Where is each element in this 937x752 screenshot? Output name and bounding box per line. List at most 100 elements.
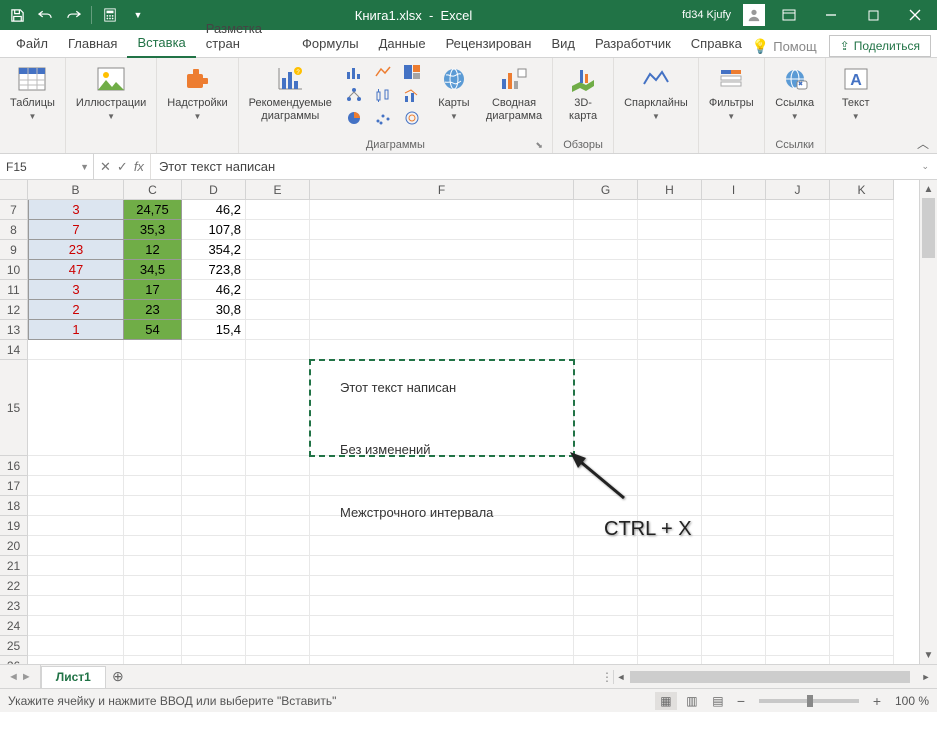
scroll-right-icon[interactable]: ►	[919, 670, 933, 684]
tables-button[interactable]: Таблицы▼	[6, 61, 59, 123]
col-header[interactable]: F	[310, 180, 574, 200]
cell[interactable]	[28, 556, 124, 576]
close-icon[interactable]	[897, 2, 933, 28]
fx-icon[interactable]: fx	[134, 159, 144, 174]
expand-formula-icon[interactable]: ⌄	[921, 161, 929, 172]
cell[interactable]	[830, 536, 894, 556]
data-cell[interactable]: 15,4	[182, 320, 246, 340]
data-cell[interactable]: 24,75	[124, 200, 182, 220]
data-cell[interactable]: 34,5	[124, 260, 182, 280]
data-cell[interactable]: 7	[28, 220, 124, 240]
cell[interactable]	[182, 456, 246, 476]
pie-chart-icon[interactable]	[340, 107, 368, 129]
data-cell[interactable]: 3	[28, 280, 124, 300]
share-button[interactable]: ⇪Поделиться	[829, 35, 931, 57]
cell[interactable]	[246, 280, 310, 300]
cell[interactable]	[830, 616, 894, 636]
filters-button[interactable]: Фильтры▼	[705, 61, 758, 123]
cell[interactable]	[766, 536, 830, 556]
data-cell[interactable]: 23	[124, 300, 182, 320]
tell-me-icon[interactable]: 💡	[752, 38, 769, 55]
formula-input[interactable]: Этот текст написан⌄	[151, 154, 937, 179]
select-all-corner[interactable]	[0, 180, 28, 200]
cell[interactable]	[246, 536, 310, 556]
cell[interactable]	[28, 536, 124, 556]
cell[interactable]	[182, 340, 246, 360]
cell[interactable]	[246, 516, 310, 536]
cell[interactable]	[702, 340, 766, 360]
user-name[interactable]: fd34 Kjufy	[676, 7, 737, 23]
cell[interactable]	[638, 596, 702, 616]
cell[interactable]	[830, 200, 894, 220]
col-header[interactable]: B	[28, 180, 124, 200]
cell[interactable]	[574, 240, 638, 260]
cell[interactable]	[124, 556, 182, 576]
cell[interactable]	[182, 636, 246, 656]
tab-главная[interactable]: Главная	[58, 31, 127, 57]
cell[interactable]	[28, 456, 124, 476]
tab-формулы[interactable]: Формулы	[292, 31, 369, 57]
cell[interactable]	[702, 536, 766, 556]
cell[interactable]	[246, 576, 310, 596]
cell[interactable]	[766, 260, 830, 280]
data-cell[interactable]: 17	[124, 280, 182, 300]
cell[interactable]	[702, 220, 766, 240]
cell[interactable]	[830, 516, 894, 536]
cell[interactable]	[766, 280, 830, 300]
cell[interactable]	[702, 476, 766, 496]
cell[interactable]	[702, 616, 766, 636]
addins-button[interactable]: Надстройки▼	[163, 61, 231, 123]
cell[interactable]	[182, 496, 246, 516]
scatter-chart-icon[interactable]	[369, 107, 397, 129]
cell[interactable]	[310, 300, 574, 320]
cell[interactable]	[246, 220, 310, 240]
data-cell[interactable]: 2	[28, 300, 124, 320]
tab-разработчик[interactable]: Разработчик	[585, 31, 681, 57]
data-cell[interactable]: 1	[28, 320, 124, 340]
zoom-in-button[interactable]: +	[869, 693, 885, 709]
cell[interactable]	[766, 240, 830, 260]
cell[interactable]	[638, 260, 702, 280]
cell[interactable]	[830, 636, 894, 656]
sparklines-button[interactable]: Спарклайны▼	[620, 61, 692, 123]
calculator-icon[interactable]	[97, 2, 123, 28]
row-header[interactable]: 17	[0, 476, 28, 496]
col-header[interactable]: I	[702, 180, 766, 200]
tab-рецензирован[interactable]: Рецензирован	[436, 31, 542, 57]
cell[interactable]	[574, 656, 638, 664]
cell[interactable]	[830, 300, 894, 320]
hscroll-thumb[interactable]	[630, 671, 910, 683]
cell[interactable]	[638, 220, 702, 240]
cell[interactable]	[574, 360, 638, 456]
cell[interactable]	[702, 516, 766, 536]
cell[interactable]	[310, 616, 574, 636]
cell[interactable]	[310, 596, 574, 616]
cell[interactable]	[182, 656, 246, 664]
cell[interactable]	[574, 260, 638, 280]
row-header[interactable]: 25	[0, 636, 28, 656]
tab-данные[interactable]: Данные	[369, 31, 436, 57]
col-header[interactable]: J	[766, 180, 830, 200]
cell[interactable]	[766, 576, 830, 596]
cell[interactable]	[638, 240, 702, 260]
row-header[interactable]: 12	[0, 300, 28, 320]
row-header[interactable]: 18	[0, 496, 28, 516]
cell[interactable]	[830, 576, 894, 596]
cell[interactable]	[830, 320, 894, 340]
cell[interactable]	[766, 456, 830, 476]
tab-файл[interactable]: Файл	[6, 31, 58, 57]
cell[interactable]	[574, 340, 638, 360]
cell[interactable]	[182, 556, 246, 576]
data-cell[interactable]: 12	[124, 240, 182, 260]
data-cell[interactable]: 723,8	[182, 260, 246, 280]
data-cell[interactable]: 54	[124, 320, 182, 340]
cell[interactable]	[702, 576, 766, 596]
row-header[interactable]: 24	[0, 616, 28, 636]
cell[interactable]	[766, 200, 830, 220]
cell[interactable]	[182, 536, 246, 556]
cell[interactable]	[766, 220, 830, 240]
row-header[interactable]: 19	[0, 516, 28, 536]
cell[interactable]	[702, 240, 766, 260]
cell[interactable]	[574, 320, 638, 340]
page-break-view-icon[interactable]: ▤	[707, 692, 729, 710]
